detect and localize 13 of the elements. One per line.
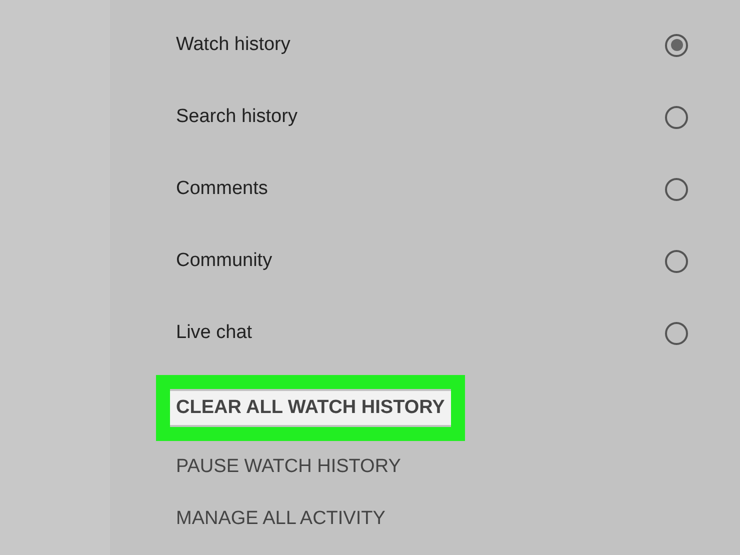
radio-button[interactable] bbox=[665, 250, 688, 272]
action-link[interactable]: CLEAR ALL WATCH HISTORY bbox=[156, 375, 465, 441]
radio-button[interactable] bbox=[665, 106, 688, 128]
radio-button[interactable] bbox=[665, 178, 688, 200]
radio-button[interactable] bbox=[665, 322, 688, 344]
option-label: Community bbox=[176, 248, 274, 273]
option-label: Live chat bbox=[176, 320, 254, 345]
action-link[interactable]: MANAGE ALL ACTIVITY bbox=[156, 493, 406, 545]
option-label: Watch history bbox=[176, 32, 292, 57]
action-link[interactable]: PAUSE WATCH HISTORY bbox=[156, 441, 421, 493]
option-label: Search history bbox=[176, 104, 298, 129]
option-label: Comments bbox=[176, 176, 269, 201]
radio-button[interactable] bbox=[665, 34, 688, 56]
